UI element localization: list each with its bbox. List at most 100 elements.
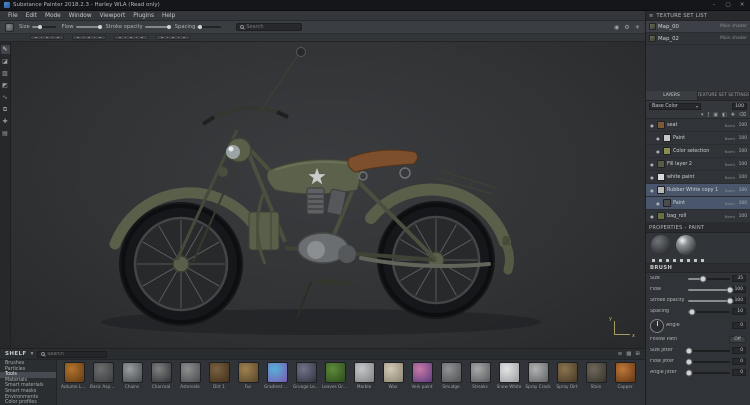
layer-row[interactable]: ●Rubber White copy 1Norm100: [646, 184, 750, 197]
channel-roughness-toggle[interactable]: [666, 259, 669, 262]
paint-tool[interactable]: ✎: [1, 45, 10, 54]
layer-row[interactable]: ●white paintNorm100: [646, 171, 750, 184]
layer-row[interactable]: ●bag_rollNorm100: [646, 210, 750, 223]
shelf-item[interactable]: Autumn Leaf: [61, 362, 87, 389]
visibility-eye-icon[interactable]: ●: [649, 162, 655, 167]
maximize-button[interactable]: ▢: [724, 2, 732, 8]
visibility-eye-icon[interactable]: ●: [655, 201, 661, 206]
filter-icon[interactable]: ▾: [31, 351, 34, 357]
toolbar-search-input[interactable]: [246, 24, 298, 30]
panel-menu-icon[interactable]: ≡: [649, 13, 654, 19]
tab-texture-set-settings[interactable]: TEXTURE SET SETTINGS: [698, 91, 750, 100]
brush-slider-spacing[interactable]: Spacing10: [646, 306, 750, 317]
shelf-item[interactable]: Wax: [380, 362, 406, 389]
slider-knob[interactable]: [728, 298, 733, 303]
visibility-eye-icon[interactable]: ●: [649, 123, 655, 128]
visibility-eye-icon[interactable]: ●: [649, 188, 655, 193]
brush-slider-size[interactable]: Size35: [646, 273, 750, 284]
angle-dial[interactable]: [650, 319, 664, 333]
quick-mask-tool[interactable]: ▤: [1, 129, 10, 138]
visibility-eye-icon[interactable]: ●: [655, 149, 661, 154]
add-effect-icon[interactable]: ƒ: [707, 112, 709, 118]
material-sphere-shiny[interactable]: [676, 235, 696, 255]
slider-knob[interactable]: [38, 25, 42, 29]
eraser-tool[interactable]: ◪: [1, 57, 10, 66]
view-grid-icon[interactable]: ▦: [626, 351, 631, 357]
toolbar-flow-slider[interactable]: Flow: [62, 24, 100, 30]
shelf-item[interactable]: Fur: [235, 362, 261, 389]
menu-item-edit[interactable]: Edit: [22, 13, 41, 19]
display-settings-icon[interactable]: ⚙: [624, 24, 629, 31]
channel-opacity-toggle[interactable]: [687, 259, 690, 262]
layer-opacity-field[interactable]: 100: [732, 103, 747, 110]
shelf-item[interactable]: Snow White: [496, 362, 522, 389]
polygon-fill-tool[interactable]: ◩: [1, 81, 10, 90]
brush-material-slot[interactable]: [114, 35, 148, 40]
menu-item-window[interactable]: Window: [65, 13, 96, 19]
menu-item-viewport[interactable]: Viewport: [96, 13, 130, 19]
menu-item-plugins[interactable]: Plugins: [129, 13, 158, 19]
add-folder-icon[interactable]: ▣: [713, 112, 718, 118]
camera-settings-icon[interactable]: ◉: [614, 24, 619, 31]
channel-basecolor-toggle[interactable]: [652, 259, 655, 262]
material-sphere-dark[interactable]: [651, 235, 671, 255]
shelf-item[interactable]: Smudge: [438, 362, 464, 389]
shelf-item[interactable]: Spray Dirt: [554, 362, 580, 389]
shelf-item[interactable]: Charcoal: [148, 362, 174, 389]
shelf-item[interactable]: Spray Crack: [525, 362, 551, 389]
visibility-eye-icon[interactable]: ●: [655, 136, 661, 141]
brush-section-header[interactable]: BRUSH: [646, 264, 750, 273]
channel-normal-toggle[interactable]: [680, 259, 683, 262]
add-fill-layer-icon[interactable]: ◧: [722, 112, 727, 118]
slider-knob[interactable]: [98, 25, 102, 29]
visibility-eye-icon[interactable]: ●: [649, 214, 655, 219]
stroke-profile-slot[interactable]: [156, 35, 190, 40]
layer-row[interactable]: ●Fill layer 2Norm100: [646, 158, 750, 171]
brush-slider-flow-jitter[interactable]: Flow Jitter0: [646, 356, 750, 367]
brush-slider-angle-jitter[interactable]: Angle Jitter0: [646, 367, 750, 378]
active-tool-preview[interactable]: [5, 23, 14, 32]
layer-row[interactable]: ●Color selectionNorm100: [646, 145, 750, 158]
projection-tool[interactable]: ▨: [1, 69, 10, 78]
layer-row[interactable]: ●PaintNorm100: [646, 197, 750, 210]
toolbar-stroke-opacity-slider[interactable]: Stroke opacity: [106, 24, 169, 30]
texture-set-row[interactable]: Map_00Main shader: [646, 21, 750, 33]
shelf-item[interactable]: Basic Asphalt: [90, 362, 116, 389]
shelf-item[interactable]: Asteroids: [177, 362, 203, 389]
material-picker-tool[interactable]: ✚: [1, 117, 10, 126]
shelf-item[interactable]: Dirt 1: [206, 362, 232, 389]
viewport-3d[interactable]: x y: [11, 42, 645, 348]
shelf-item[interactable]: Streaks: [467, 362, 493, 389]
shelf-item[interactable]: Chains: [119, 362, 145, 389]
shelf-item[interactable]: Gradient Linear: [264, 362, 290, 389]
layer-row[interactable]: ●seatNorm100: [646, 119, 750, 132]
slider-knob[interactable]: [690, 309, 695, 314]
brush-slider-flow[interactable]: Flow100: [646, 284, 750, 295]
menu-item-help[interactable]: Help: [158, 13, 179, 19]
filter-icon[interactable]: ▾: [701, 112, 704, 118]
channel-ao-toggle[interactable]: [701, 259, 704, 262]
texture-set-row[interactable]: Map_02Main shader: [646, 33, 750, 45]
toolbar-size-slider[interactable]: Size: [19, 24, 56, 30]
shelf-search-input[interactable]: [47, 352, 103, 357]
layer-row[interactable]: ●PaintNorm100: [646, 132, 750, 145]
slider-knob[interactable]: [728, 287, 733, 292]
brush-alpha-slot[interactable]: [30, 35, 64, 40]
shelf-item[interactable]: Leaves Green: [322, 362, 348, 389]
slider-knob[interactable]: [198, 25, 202, 29]
brush-slider-size-jitter[interactable]: Size Jitter0: [646, 345, 750, 356]
channel-metallic-toggle[interactable]: [673, 259, 676, 262]
environment-icon[interactable]: ☀: [635, 24, 640, 31]
follow-path-toggle[interactable]: Off: [729, 336, 746, 343]
tab-layers[interactable]: LAYERS: [646, 91, 698, 100]
add-paint-layer-icon[interactable]: ✚: [731, 112, 735, 118]
shelf-item[interactable]: Stain: [583, 362, 609, 389]
slider-knob[interactable]: [686, 370, 691, 375]
delete-layer-icon[interactable]: ⌫: [739, 112, 746, 118]
brush-stencil-slot[interactable]: [72, 35, 106, 40]
shelf-item[interactable]: Grunge Leak: [293, 362, 319, 389]
shelf-category-color-profiles[interactable]: Color profiles: [0, 400, 56, 405]
channel-height-toggle[interactable]: [659, 259, 662, 262]
toolbar-spacing-slider[interactable]: Spacing: [175, 24, 222, 30]
slider-knob[interactable]: [686, 348, 691, 353]
